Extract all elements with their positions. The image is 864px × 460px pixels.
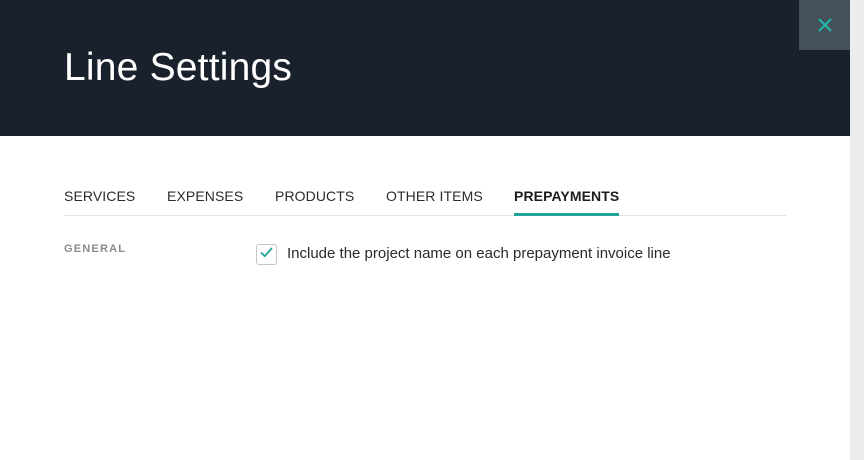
project-name-option-label: Include the project name on each prepaym… xyxy=(287,245,671,262)
close-button[interactable] xyxy=(799,0,850,50)
tab-products[interactable]: PRODUCTS xyxy=(275,178,354,215)
scroll-gutter xyxy=(850,0,864,460)
project-name-checkbox[interactable] xyxy=(256,243,277,265)
tab-prepayments[interactable]: PREPAYMENTS xyxy=(514,178,620,216)
settings-tabs: SERVICES EXPENSES PRODUCTS OTHER ITEMS P… xyxy=(64,178,786,216)
project-name-option[interactable]: Include the project name on each prepaym… xyxy=(256,242,671,266)
line-settings-dialog: Line Settings SERVICES EXPENSES PRODUCTS… xyxy=(0,0,850,460)
dialog-header: Line Settings xyxy=(0,0,850,136)
close-icon xyxy=(818,18,832,32)
checkmark-icon xyxy=(260,245,273,263)
tab-expenses[interactable]: EXPENSES xyxy=(167,178,243,215)
tab-other-items[interactable]: OTHER ITEMS xyxy=(386,178,483,215)
section-label-general: GENERAL xyxy=(64,243,127,255)
tab-services[interactable]: SERVICES xyxy=(64,178,135,215)
dialog-title: Line Settings xyxy=(64,46,293,89)
